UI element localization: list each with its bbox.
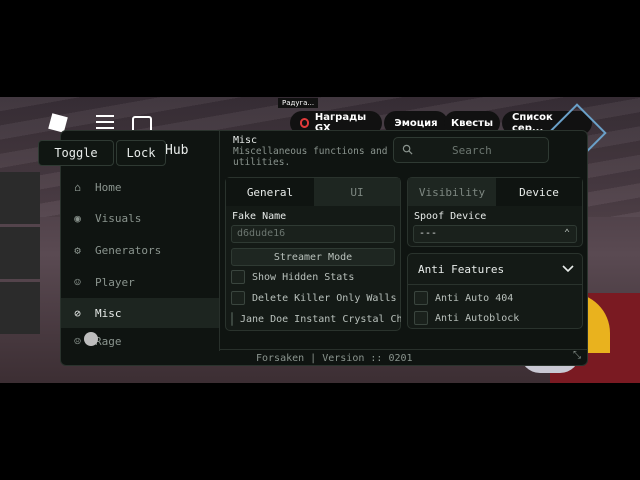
- tab-label: Device: [519, 185, 559, 199]
- section-title: Misc: [233, 135, 258, 146]
- sidebar-item-visuals[interactable]: ◉ Visuals: [61, 203, 219, 233]
- toggle-label: Anti Auto 404: [435, 292, 514, 304]
- sidebar-item-generators[interactable]: ⚙ Generators: [61, 235, 219, 265]
- checkbox[interactable]: [414, 311, 428, 325]
- sidebar-item-label: Rage: [95, 335, 122, 348]
- anti-features-title: Anti Features: [418, 263, 505, 276]
- fake-name-input[interactable]: d6dude16: [231, 225, 395, 243]
- letterbox-top: [0, 0, 640, 97]
- sidebar-item-misc[interactable]: ⊘ Misc: [61, 298, 219, 328]
- letterbox-bottom: [0, 383, 640, 480]
- toggle-label: Delete Killer Only Walls: [252, 292, 397, 304]
- tab-general[interactable]: General: [226, 178, 314, 206]
- resize-icon[interactable]: ⤡: [573, 350, 581, 361]
- footer-version: Forsaken | Version :: 0201: [256, 353, 413, 364]
- home-icon: ⌂: [74, 180, 81, 194]
- sidebar-item-player[interactable]: ☺ Player: [61, 267, 219, 297]
- tab-ui[interactable]: UI: [314, 178, 400, 206]
- checkbox[interactable]: [414, 291, 428, 305]
- toggle-label: Anti Autoblock: [435, 312, 520, 324]
- toggle-jane-doe-crystal[interactable]: Jane Doe Instant Crystal Cha: [231, 312, 401, 326]
- section-subtitle: Miscellaneous functions and utilities.: [233, 146, 388, 168]
- touch-cursor: [84, 332, 98, 346]
- toggle-show-hidden-stats[interactable]: Show Hidden Stats: [231, 270, 354, 284]
- spoof-device-label: Spoof Device: [414, 211, 487, 222]
- tab-label: UI: [350, 185, 364, 199]
- device-panel: Visibility Device Spoof Device --- ⌃: [407, 177, 583, 247]
- anti-features-panel: Anti Features Anti Auto 404 Anti Autoblo…: [407, 253, 583, 329]
- sidebar-item-label: Home: [95, 180, 122, 194]
- game-hotbar-slot[interactable]: [0, 172, 40, 224]
- footer-divider: [219, 349, 587, 350]
- toggle-anti-auto-404[interactable]: Anti Auto 404: [414, 291, 513, 305]
- dropdown-value: ---: [419, 228, 438, 239]
- sidebar-item-label: Misc: [95, 306, 122, 320]
- tab-label: Visibility: [418, 185, 486, 199]
- toggle-delete-killer-walls[interactable]: Delete Killer Only Walls: [231, 291, 397, 305]
- chevron-down-icon[interactable]: [562, 265, 574, 273]
- checkbox[interactable]: [231, 312, 233, 326]
- game-hotbar-slot[interactable]: [0, 282, 40, 334]
- toggle-anti-autoblock[interactable]: Anti Autoblock: [414, 311, 519, 325]
- chevron-up-icon: ⌃: [563, 228, 570, 239]
- quests-label: Квесты: [450, 117, 494, 129]
- search-box[interactable]: Search: [393, 137, 549, 163]
- sidebar-item-home[interactable]: ⌂ Home: [61, 172, 219, 202]
- emotes-label: Эмоция: [394, 117, 438, 129]
- tab-visibility[interactable]: Visibility: [408, 178, 496, 206]
- checkbox[interactable]: [231, 291, 245, 305]
- gear-icon: ⚙: [74, 243, 81, 257]
- sidebar: ⌂ Home ◉ Visuals ⚙ Generators ☺ Player ⊘…: [61, 171, 220, 351]
- search-icon: [402, 144, 413, 155]
- sidebar-item-label: Player: [95, 275, 135, 289]
- streamer-mode-button[interactable]: Streamer Mode: [231, 248, 395, 266]
- sidebar-item-label: Visuals: [95, 211, 142, 225]
- paperclip-icon: ⊘: [74, 306, 81, 320]
- general-panel: General UI Fake Name d6dude16 Streamer M…: [225, 177, 401, 331]
- tab-device[interactable]: Device: [496, 178, 582, 206]
- toggle-label: Jane Doe Instant Crystal Cha: [240, 313, 401, 325]
- toggle-button[interactable]: Toggle: [38, 140, 114, 166]
- spoof-device-dropdown[interactable]: --- ⌃: [413, 225, 577, 243]
- eye-icon: ◉: [74, 211, 81, 225]
- fake-name-label: Fake Name: [232, 211, 287, 222]
- tab-label: General: [246, 185, 294, 199]
- frown-icon: ☹: [74, 335, 81, 348]
- search-input[interactable]: Search: [452, 144, 492, 157]
- window-title: Hub: [165, 143, 189, 158]
- opera-gx-icon: [300, 118, 309, 128]
- game-hotbar-slot[interactable]: [0, 227, 40, 279]
- toggle-label: Show Hidden Stats: [252, 271, 355, 283]
- lock-button[interactable]: Lock: [116, 140, 166, 166]
- divider: [408, 284, 582, 285]
- user-icon: ☺: [74, 275, 81, 289]
- checkbox[interactable]: [231, 270, 245, 284]
- sidebar-item-label: Generators: [95, 243, 162, 257]
